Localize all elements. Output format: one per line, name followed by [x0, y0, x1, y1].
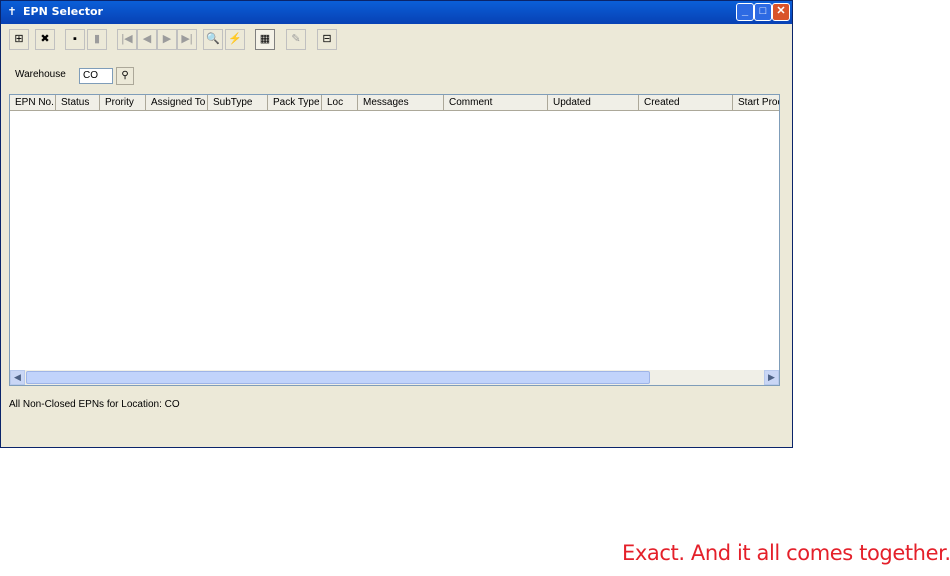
toolbar: ⊞ ✖ ▪ ▮ |◀ ◀ ▶ ▶| 🔍 ⚡ ▦ ✎ ⊟: [7, 29, 787, 53]
column-header[interactable]: Comment: [444, 95, 548, 110]
column-header[interactable]: Status: [56, 95, 100, 110]
status-text: All Non-Closed EPNs for Location: CO: [9, 399, 180, 410]
warehouse-label: Warehouse: [15, 69, 66, 80]
window-title: EPN Selector: [23, 5, 103, 18]
delete-button[interactable]: ✖: [35, 29, 55, 50]
warehouse-input[interactable]: CO: [79, 68, 113, 84]
previous-record-button[interactable]: ◀: [137, 29, 157, 50]
scroll-right-button[interactable]: ▶: [764, 370, 779, 385]
column-header[interactable]: Loc: [322, 95, 358, 110]
run-button[interactable]: ⚡: [225, 29, 245, 50]
sign-button[interactable]: ✎: [286, 29, 306, 50]
minimize-button[interactable]: _: [736, 3, 754, 21]
last-record-button[interactable]: ▶|: [177, 29, 197, 50]
column-header[interactable]: Start Proce: [733, 95, 779, 110]
column-header[interactable]: Updated: [548, 95, 639, 110]
form-button[interactable]: ⊟: [317, 29, 337, 50]
column-header[interactable]: Assigned To: [146, 95, 208, 110]
column-header[interactable]: Created: [639, 95, 733, 110]
next-record-button[interactable]: ▶: [157, 29, 177, 50]
title-bar[interactable]: ✝ EPN Selector _ □ ✕: [1, 1, 792, 24]
epn-grid[interactable]: EPN No. Status Prority Assigned To SubType Pa…: [9, 94, 780, 386]
scroll-thumb[interactable]: [26, 371, 650, 384]
column-header[interactable]: EPN No.: [10, 95, 56, 110]
binoculars-icon: ⚲: [121, 70, 129, 81]
maximize-button[interactable]: □: [754, 3, 772, 21]
column-header[interactable]: SubType: [208, 95, 268, 110]
panel-button[interactable]: ▦: [255, 29, 275, 50]
tagline: Exact. And it all comes together.: [622, 541, 950, 565]
preview-button[interactable]: 🔍: [203, 29, 223, 50]
save-button[interactable]: ▪: [65, 29, 85, 50]
app-icon: ✝: [7, 6, 17, 18]
scroll-left-button[interactable]: ◀: [10, 370, 25, 385]
grid-header: EPN No. Status Prority Assigned To SubType Pa…: [10, 95, 779, 111]
epn-selector-window: ✝ EPN Selector _ □ ✕ ⊞ ✖ ▪ ▮ |◀ ◀ ▶ ▶| 🔍 ⚡ ▦ ✎ ⊟ War…: [0, 0, 793, 448]
new-button[interactable]: ⊞: [9, 29, 29, 50]
first-record-button[interactable]: |◀: [117, 29, 137, 50]
column-header[interactable]: Pack Type: [268, 95, 322, 110]
close-button[interactable]: ✕: [772, 3, 790, 21]
column-header[interactable]: Prority: [100, 95, 146, 110]
horizontal-scrollbar[interactable]: ◀ ▶: [10, 370, 779, 385]
find-button[interactable]: ⚲: [116, 67, 134, 85]
trash-button[interactable]: ▮: [87, 29, 107, 50]
column-header[interactable]: Messages: [358, 95, 444, 110]
